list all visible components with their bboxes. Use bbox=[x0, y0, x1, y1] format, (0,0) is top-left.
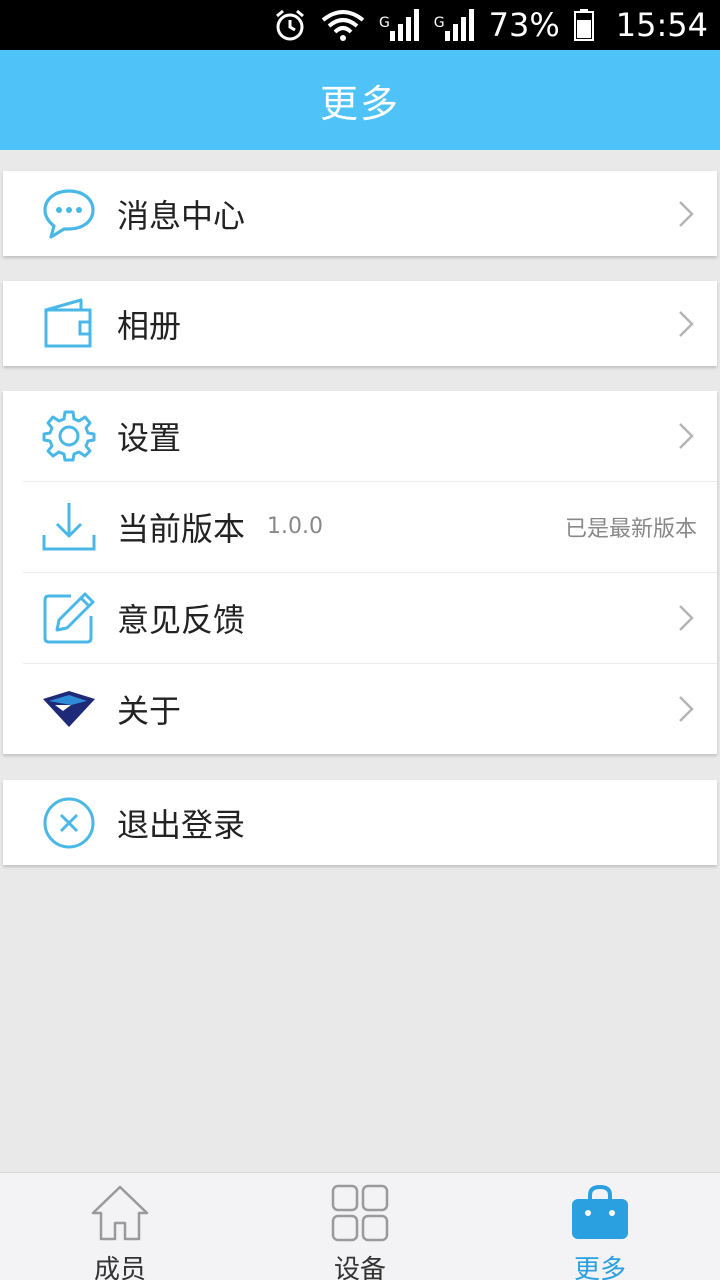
version-status: 已是最新版本 bbox=[564, 516, 697, 542]
menu-item-feedback[interactable]: 意见反馈 bbox=[3, 572, 717, 663]
battery-percent: 73% bbox=[488, 6, 560, 44]
tab-devices[interactable]: 设备 bbox=[240, 1173, 480, 1280]
menu-item-album[interactable]: 相册 bbox=[3, 281, 717, 366]
tab-members-label: 成员 bbox=[93, 1255, 146, 1280]
chevron-right-icon bbox=[675, 309, 697, 339]
version-number: 1.0.0 bbox=[267, 514, 323, 539]
download-icon bbox=[41, 499, 97, 555]
menu-item-version[interactable]: 当前版本 1.0.0 已是最新版本 bbox=[3, 481, 717, 572]
app-header: 更多 bbox=[0, 50, 720, 150]
chevron-right-icon bbox=[675, 694, 697, 724]
menu-item-label: 意见反馈 bbox=[117, 600, 246, 639]
chevron-right-icon bbox=[675, 421, 697, 451]
tab-members[interactable]: 成员 bbox=[0, 1173, 240, 1280]
chat-bubble-icon bbox=[41, 186, 97, 242]
cellular-signal-icon: G bbox=[379, 9, 420, 41]
tab-more[interactable]: 更多 bbox=[480, 1173, 720, 1280]
logout-label: 退出登录 bbox=[117, 805, 246, 844]
edit-icon bbox=[41, 590, 97, 646]
settings-card: 设置 当前版本 1.0.0 已是最新版本 意见反馈 关于 bbox=[3, 391, 717, 754]
tab-devices-label: 设备 bbox=[333, 1255, 386, 1280]
alarm-icon bbox=[273, 8, 307, 42]
close-circle-icon bbox=[41, 795, 97, 851]
menu-item-label: 消息中心 bbox=[117, 196, 246, 235]
chevron-right-icon bbox=[675, 199, 697, 229]
album-card: 相册 bbox=[3, 281, 717, 366]
logout-card: 退出登录 bbox=[3, 780, 717, 865]
menu-item-about[interactable]: 关于 bbox=[3, 663, 717, 754]
grid-icon bbox=[330, 1183, 390, 1247]
network-type-2: G bbox=[433, 15, 445, 31]
bottom-nav: 成员 设备 更多 bbox=[0, 1172, 720, 1280]
home-icon bbox=[89, 1183, 151, 1247]
page-title: 更多 bbox=[319, 81, 400, 126]
album-icon bbox=[41, 296, 97, 352]
menu-item-label: 当前版本 bbox=[117, 509, 246, 548]
status-bar: G G 73% 15:54 bbox=[0, 0, 720, 50]
menu-item-settings[interactable]: 设置 bbox=[3, 391, 717, 481]
messages-card: 消息中心 bbox=[3, 171, 717, 256]
cellular-signal-icon-2: G bbox=[434, 9, 475, 41]
tab-more-label: 更多 bbox=[573, 1255, 626, 1280]
wifi-icon bbox=[321, 8, 365, 42]
logout-button[interactable]: 退出登录 bbox=[3, 780, 717, 865]
shopping-bag-icon bbox=[570, 1183, 630, 1247]
clock: 15:54 bbox=[615, 6, 708, 44]
menu-item-label: 关于 bbox=[117, 691, 182, 730]
brand-logo-icon bbox=[41, 681, 97, 737]
chevron-right-icon bbox=[675, 603, 697, 633]
network-type-1: G bbox=[378, 15, 390, 31]
menu-item-messages[interactable]: 消息中心 bbox=[3, 171, 717, 256]
gear-icon bbox=[41, 408, 97, 464]
menu-item-label: 设置 bbox=[117, 419, 182, 457]
battery-icon bbox=[573, 9, 594, 41]
menu-item-label: 相册 bbox=[117, 306, 182, 345]
